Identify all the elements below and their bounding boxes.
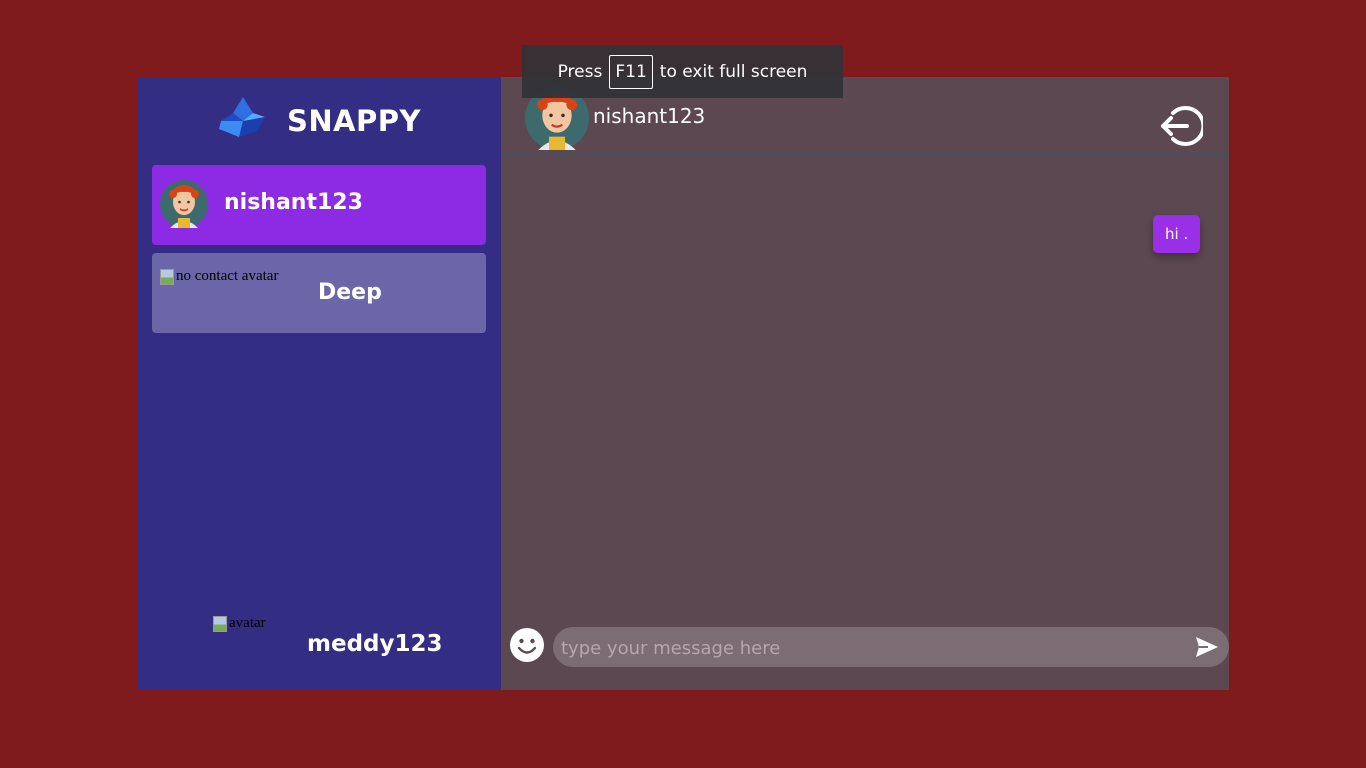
broken-image-icon bbox=[213, 615, 227, 632]
fullscreen-key: F11 bbox=[609, 54, 653, 89]
chat-panel: nishant123 hi . bbox=[501, 77, 1229, 690]
snappy-logo-icon bbox=[218, 97, 265, 137]
chat-contact-name: nishant123 bbox=[593, 104, 706, 128]
fullscreen-notice: Press F11 to exit full screen bbox=[522, 45, 843, 98]
red-haired-girl-avatar bbox=[160, 180, 208, 228]
brand-header: SNAPPY bbox=[137, 77, 501, 165]
fullscreen-notice-prefix: Press bbox=[557, 61, 603, 82]
send-icon[interactable] bbox=[1195, 636, 1219, 658]
current-user-avatar: avatar bbox=[213, 615, 266, 632]
message-input-container bbox=[553, 627, 1229, 669]
contacts-sidebar: SNAPPY nishant123 no contact avatar Deep… bbox=[137, 77, 501, 690]
chat-app: SNAPPY nishant123 no contact avatar Deep… bbox=[137, 77, 1229, 690]
logout-icon[interactable] bbox=[1157, 103, 1203, 149]
fullscreen-notice-suffix: to exit full screen bbox=[659, 61, 808, 82]
brand-title: SNAPPY bbox=[286, 104, 422, 138]
sent-message-bubble: hi . bbox=[1153, 215, 1201, 253]
avatar-alt-text: no contact avatar bbox=[176, 268, 279, 284]
contact-item-nishant123[interactable]: nishant123 bbox=[152, 165, 486, 245]
contact-name: nishant123 bbox=[224, 190, 363, 215]
contact-item-deep[interactable]: no contact avatar Deep bbox=[152, 253, 486, 333]
broken-image-icon bbox=[160, 268, 174, 285]
broken-avatar-image: no contact avatar bbox=[160, 268, 278, 285]
avatar-alt-text: avatar bbox=[229, 615, 266, 631]
current-user-name: meddy123 bbox=[307, 631, 443, 657]
message-text: hi . bbox=[1165, 225, 1189, 243]
smiley-icon[interactable] bbox=[509, 627, 545, 663]
message-input[interactable] bbox=[553, 627, 1183, 669]
contact-name: Deep bbox=[318, 280, 382, 305]
